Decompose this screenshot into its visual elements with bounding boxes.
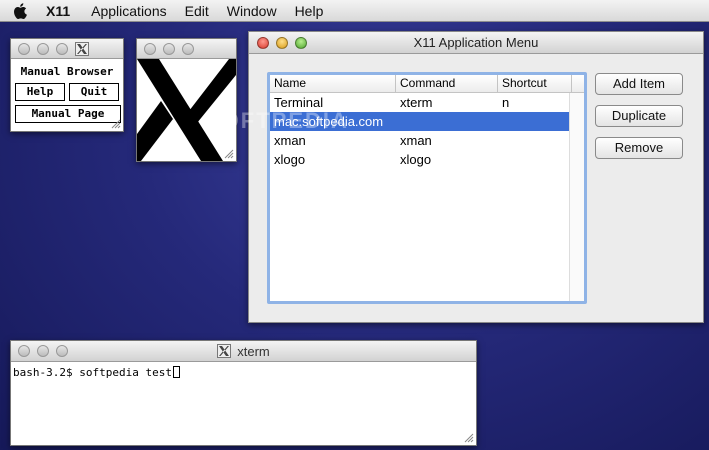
column-header-name[interactable]: Name xyxy=(270,75,396,92)
text-cursor xyxy=(172,366,180,378)
duplicate-button[interactable]: Duplicate xyxy=(595,105,683,127)
close-button[interactable] xyxy=(257,36,269,49)
menu-window[interactable]: Window xyxy=(218,0,286,22)
cell-shortcut[interactable] xyxy=(498,131,572,150)
menu-edit[interactable]: Edit xyxy=(176,0,218,22)
close-button[interactable] xyxy=(144,42,156,55)
cell-name[interactable]: xman xyxy=(270,131,396,150)
resize-grip-icon[interactable] xyxy=(222,147,234,159)
quit-button[interactable]: Quit xyxy=(69,83,119,101)
zoom-button[interactable] xyxy=(182,42,194,55)
xlogo-window xyxy=(136,38,237,162)
cell-command[interactable]: xman xyxy=(396,131,498,150)
column-header-shortcut[interactable]: Shortcut xyxy=(498,75,572,92)
cell-command[interactable]: xlogo xyxy=(396,150,498,169)
help-button[interactable]: Help xyxy=(15,83,65,101)
terminal-area[interactable]: bash-3.2$ softpedia test xyxy=(11,362,476,383)
xterm-titlebar[interactable]: xterm xyxy=(11,341,476,362)
cell-name[interactable]: mac.softpedia.com xyxy=(270,112,572,131)
application-table[interactable]: Name Command Shortcut Terminal xterm n m… xyxy=(267,72,587,304)
x-logo-icon xyxy=(217,344,232,358)
menu-x11[interactable]: X11 xyxy=(40,0,82,22)
menu-help[interactable]: Help xyxy=(286,0,333,22)
vertical-scrollbar[interactable] xyxy=(569,93,584,301)
x-logo-icon xyxy=(75,41,89,56)
minimize-button[interactable] xyxy=(37,42,49,55)
menu-applications[interactable]: Applications xyxy=(82,0,176,22)
minimize-button[interactable] xyxy=(163,42,175,55)
apple-icon[interactable] xyxy=(0,0,40,22)
application-menu-window: X11 Application Menu Name Command Shortc… xyxy=(248,31,704,323)
minimize-button[interactable] xyxy=(276,36,288,49)
menu-bar: X11 Applications Edit Window Help xyxy=(0,0,709,22)
prompt-line: bash-3.2$ softpedia test xyxy=(13,366,172,379)
xlogo-titlebar[interactable] xyxy=(137,39,236,59)
resize-grip-icon[interactable] xyxy=(109,117,121,129)
application-menu-titlebar[interactable]: X11 Application Menu xyxy=(249,32,703,54)
table-row-selected[interactable]: mac.softpedia.com xyxy=(270,112,584,131)
zoom-button[interactable] xyxy=(295,36,307,49)
cell-name[interactable]: Terminal xyxy=(270,93,396,112)
x-logo-graphic xyxy=(137,59,236,161)
table-row[interactable]: xman xman xyxy=(270,131,584,150)
add-item-button[interactable]: Add Item xyxy=(595,73,683,95)
manual-page-button[interactable]: Manual Page xyxy=(15,105,121,123)
column-header-command[interactable]: Command xyxy=(396,75,498,92)
cell-shortcut[interactable] xyxy=(498,150,572,169)
resize-grip-icon[interactable] xyxy=(462,431,474,443)
xterm-window: xterm bash-3.2$ softpedia test xyxy=(10,340,477,446)
table-row[interactable]: xlogo xlogo xyxy=(270,150,584,169)
manual-browser-window: Manual Browser Help Quit Manual Page xyxy=(10,38,124,132)
manual-browser-title: Manual Browser xyxy=(20,65,114,78)
cell-name[interactable]: xlogo xyxy=(270,150,396,169)
xterm-title: xterm xyxy=(237,343,270,359)
window-title: X11 Application Menu xyxy=(413,35,539,50)
close-button[interactable] xyxy=(18,42,30,55)
remove-button[interactable]: Remove xyxy=(595,137,683,159)
cell-command[interactable]: xterm xyxy=(396,93,498,112)
cell-shortcut[interactable]: n xyxy=(498,93,572,112)
manual-browser-titlebar[interactable] xyxy=(11,39,123,59)
zoom-button[interactable] xyxy=(56,42,68,55)
table-row[interactable]: Terminal xterm n xyxy=(270,93,584,112)
table-header: Name Command Shortcut xyxy=(270,75,584,93)
